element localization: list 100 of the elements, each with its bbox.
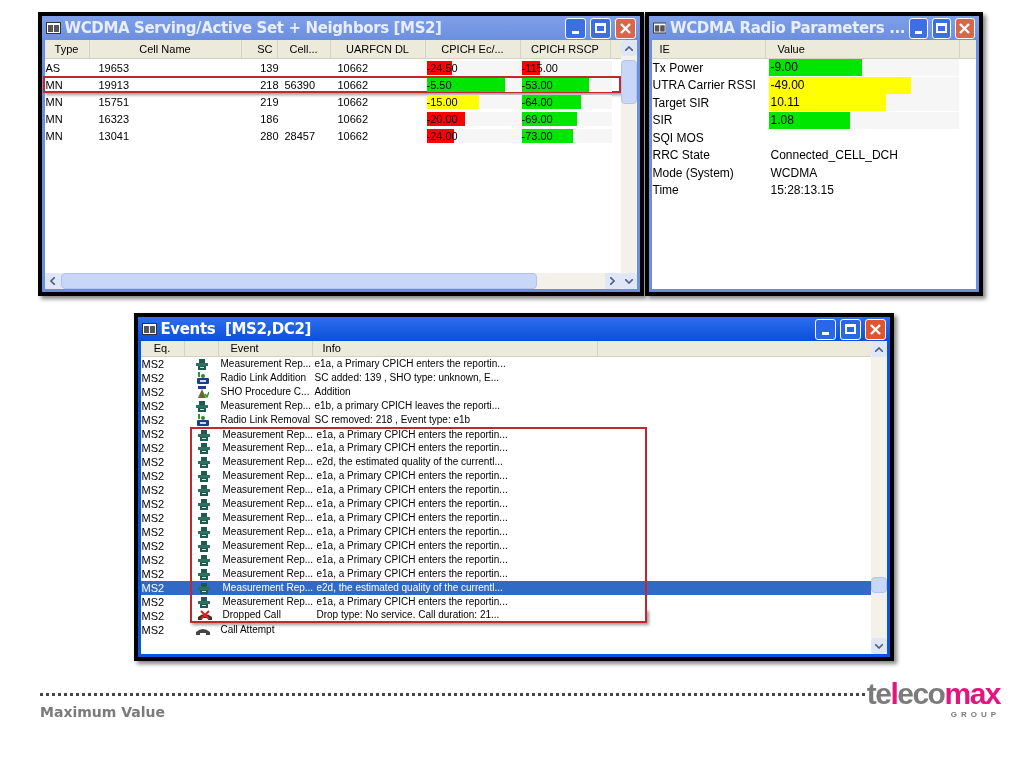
close-button[interactable]	[864, 318, 886, 340]
table-cell-text: MS2	[140, 484, 166, 496]
table-cell-text: Dropped Call	[222, 609, 282, 621]
table-cell: e1a, a Primary CPICH enters the reportin...	[316, 540, 508, 552]
table-cell-text: Measurement Rep...	[222, 596, 315, 608]
column-header[interactable]: IE	[651, 40, 766, 58]
column-header[interactable]: CPICH Ec/...	[425, 40, 521, 58]
event-row[interactable]: MS2 Measurement Rep... e1a, a Primary CPICH enters the reportin...	[140, 441, 871, 455]
scroll-left-icon	[50, 277, 55, 285]
report-icon	[195, 400, 208, 412]
event-row[interactable]: MS2 Measurement Rep... e2d, the estimated quality of the currentl...	[140, 455, 871, 469]
dropped-call-icon	[197, 609, 212, 621]
scroll-up-icon	[874, 346, 883, 352]
minimize-button[interactable]	[814, 318, 836, 340]
column-header[interactable]: Event	[218, 341, 313, 356]
close-button[interactable]	[955, 17, 975, 39]
table-cell-text: SQI MOS	[651, 129, 705, 147]
table-cell-text: 10662	[336, 77, 370, 92]
vertical-scrollbar[interactable]	[620, 40, 637, 289]
column-header[interactable]: Cell...	[277, 40, 331, 58]
scroll-thumb[interactable]	[870, 577, 887, 593]
table-cell-text: MS2	[140, 414, 166, 426]
event-row[interactable]: MS2 Measurement Rep... e1a, a Primary CPICH enters the reportin...	[140, 357, 871, 371]
antenna-icon	[195, 386, 209, 398]
value-text: -20.00	[426, 112, 458, 125]
column-header[interactable]: UARFCN DL	[330, 40, 426, 58]
report-icon	[197, 596, 210, 608]
close-button[interactable]	[614, 17, 636, 39]
event-row[interactable]: MS2 Measurement Rep... e1a, a Primary CPICH enters the reportin...	[140, 539, 871, 553]
table-cell-text: Measurement Rep...	[222, 554, 315, 566]
report-icon	[197, 442, 210, 454]
table-cell-text: 28457	[283, 128, 317, 143]
table-cell-text: 10662	[336, 111, 370, 126]
event-row[interactable]: MS2 Radio Link Addition SC added: 139 , SHO type: unknown, E...	[140, 371, 871, 385]
close-icon	[869, 323, 881, 335]
event-row[interactable]: MS2 Measurement Rep... e2d, the estimated quality of the currentl...	[140, 581, 871, 595]
table-cell-text: Measurement Rep...	[222, 568, 315, 580]
scroll-thumb[interactable]	[60, 273, 537, 289]
table-cell-text: MS2	[140, 456, 166, 468]
event-row[interactable]: MS2 Measurement Rep... e1a, a Primary CPICH enters the reportin...	[140, 497, 871, 511]
table-cell-text: 10662	[336, 60, 370, 75]
table-cell-text: Radio Link Addition	[220, 372, 308, 384]
table-cell: e1a, a Primary CPICH enters the reportin...	[314, 358, 506, 370]
table-cell-text: 10662	[336, 128, 370, 143]
event-row[interactable]: MS2 Measurement Rep... e1a, a Primary CPICH enters the reportin...	[140, 595, 871, 609]
table-cell-text: 13041	[97, 128, 131, 143]
value-text: 1.08	[769, 112, 794, 127]
horizontal-scrollbar[interactable]	[44, 273, 621, 289]
maximize-button[interactable]	[839, 318, 861, 340]
event-row[interactable]: MS2 Measurement Rep... e1a, a Primary CPICH enters the reportin...	[140, 469, 871, 483]
event-row[interactable]: MS2 Measurement Rep... e1a, a Primary CPICH enters the reportin...	[140, 483, 871, 497]
scroll-up-icon	[624, 45, 633, 51]
table-cell-text: 280	[259, 128, 279, 143]
column-header[interactable]: Value	[765, 40, 960, 58]
table-cell-text: SIR	[651, 112, 674, 130]
table-cell-text: MN	[45, 128, 64, 143]
column-header[interactable]: Eq.	[140, 341, 185, 356]
table-cell-text: SHO Procedure C...	[220, 386, 311, 398]
table-cell-text: MN	[45, 94, 64, 109]
maximize-button[interactable]	[932, 17, 952, 39]
table-cell-text: MS2	[140, 512, 166, 524]
event-row[interactable]: MS2 Measurement Rep... e1a, a Primary CPICH enters the reportin...	[140, 427, 871, 441]
logo-tagline: GROUP	[950, 709, 1000, 721]
column-header[interactable]: Cell Name	[89, 40, 242, 58]
window-icon	[141, 323, 157, 335]
caption: Maximum Value	[40, 703, 166, 722]
event-row[interactable]: MS2 SHO Procedure C... Addition	[140, 385, 871, 399]
event-row[interactable]: MS2 Call Attempt	[140, 623, 871, 637]
report-icon	[197, 456, 210, 468]
value-text: -49.00	[769, 77, 805, 92]
table-cell-text: RRC State	[651, 147, 711, 165]
table-cell-text: MS2	[140, 442, 166, 454]
column-header[interactable]: CPICH RSCP	[520, 40, 611, 58]
scroll-thumb[interactable]	[620, 60, 637, 104]
minimize-button[interactable]	[909, 17, 929, 39]
radio-link-icon	[195, 372, 209, 384]
event-row[interactable]: MS2 Measurement Rep... e1b, a primary CPICH leaves the reporti...	[140, 399, 871, 413]
table-cell-text: 15:28:13.15	[769, 182, 834, 200]
close-icon	[619, 22, 631, 34]
event-row[interactable]: MS2 Measurement Rep... e1a, a Primary CPICH enters the reportin...	[140, 511, 871, 525]
event-row[interactable]: MS2 Radio Link Removal SC removed: 218 , Event type: e1b	[140, 413, 871, 427]
column-header[interactable]: SC	[241, 40, 278, 58]
value-text: -115.00	[521, 61, 558, 74]
close-icon	[959, 22, 971, 34]
minimize-button[interactable]	[564, 17, 586, 39]
value-text: -53.00	[521, 78, 553, 91]
report-icon	[197, 498, 210, 510]
value-text: -15.00	[426, 95, 458, 108]
event-row[interactable]: MS2 Measurement Rep... e1a, a Primary CPICH enters the reportin...	[140, 525, 871, 539]
vertical-scrollbar[interactable]	[870, 341, 887, 654]
column-header[interactable]: Type	[44, 40, 90, 58]
event-row[interactable]: MS2 Dropped Call Drop type: No service. Call duration: 21...	[140, 609, 871, 623]
table-cell-text: 10662	[336, 94, 370, 109]
table-cell-text: Connected_CELL_DCH	[769, 147, 898, 165]
window-title: WCDMA Radio Parameters ...	[670, 17, 906, 39]
event-row[interactable]: MS2 Measurement Rep... e1a, a Primary CPICH enters the reportin...	[140, 553, 871, 567]
column-header[interactable]: Info	[312, 341, 598, 356]
table-cell-text: AS	[45, 60, 62, 75]
table-cell: Drop type: No service. Call duration: 21...	[316, 609, 500, 621]
maximize-button[interactable]	[589, 17, 611, 39]
